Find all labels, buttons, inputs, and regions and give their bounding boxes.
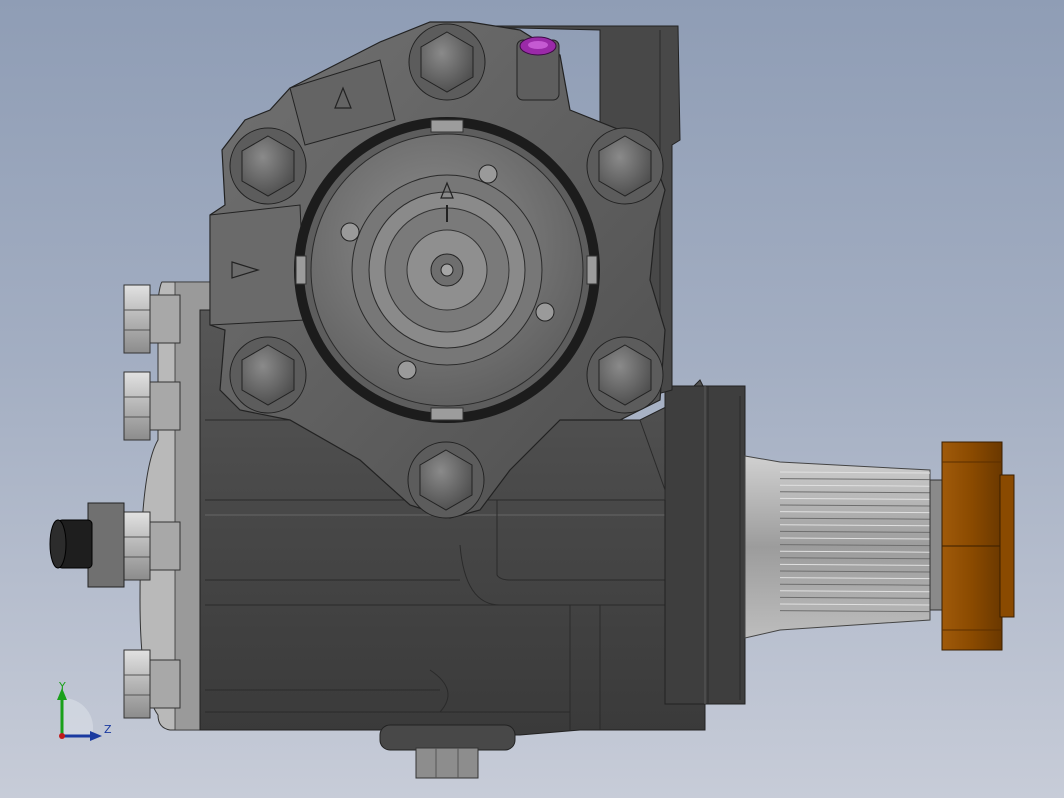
fitting-nut: [123, 511, 181, 581]
output-shaft: [744, 455, 946, 639]
fitting-nut: [123, 649, 181, 719]
flange-bolt: [586, 336, 664, 414]
triad-plane: [62, 697, 94, 736]
adjuster-screw: [49, 502, 125, 588]
flange-bolt: [586, 127, 664, 205]
gearbox-model[interactable]: Y Z: [0, 0, 1064, 798]
flange-bolt: [229, 336, 307, 414]
fitting-nut: [123, 371, 181, 441]
y-axis-label: Y: [58, 680, 66, 693]
valve-center: [294, 117, 600, 423]
bottom-plug: [379, 724, 516, 779]
fitting-nut: [123, 284, 181, 354]
triad-origin: [59, 733, 65, 739]
axis-triad: Y Z: [57, 680, 112, 741]
output-nut: [941, 441, 1015, 651]
cad-viewport[interactable]: Y Z: [0, 0, 1064, 798]
z-axis-label: Z: [104, 723, 112, 736]
flange-bolt: [229, 127, 307, 205]
marker-plug: [516, 36, 560, 101]
flange-bolt: [408, 23, 486, 101]
flange-bolt: [407, 441, 485, 519]
z-axis-head: [90, 731, 102, 741]
